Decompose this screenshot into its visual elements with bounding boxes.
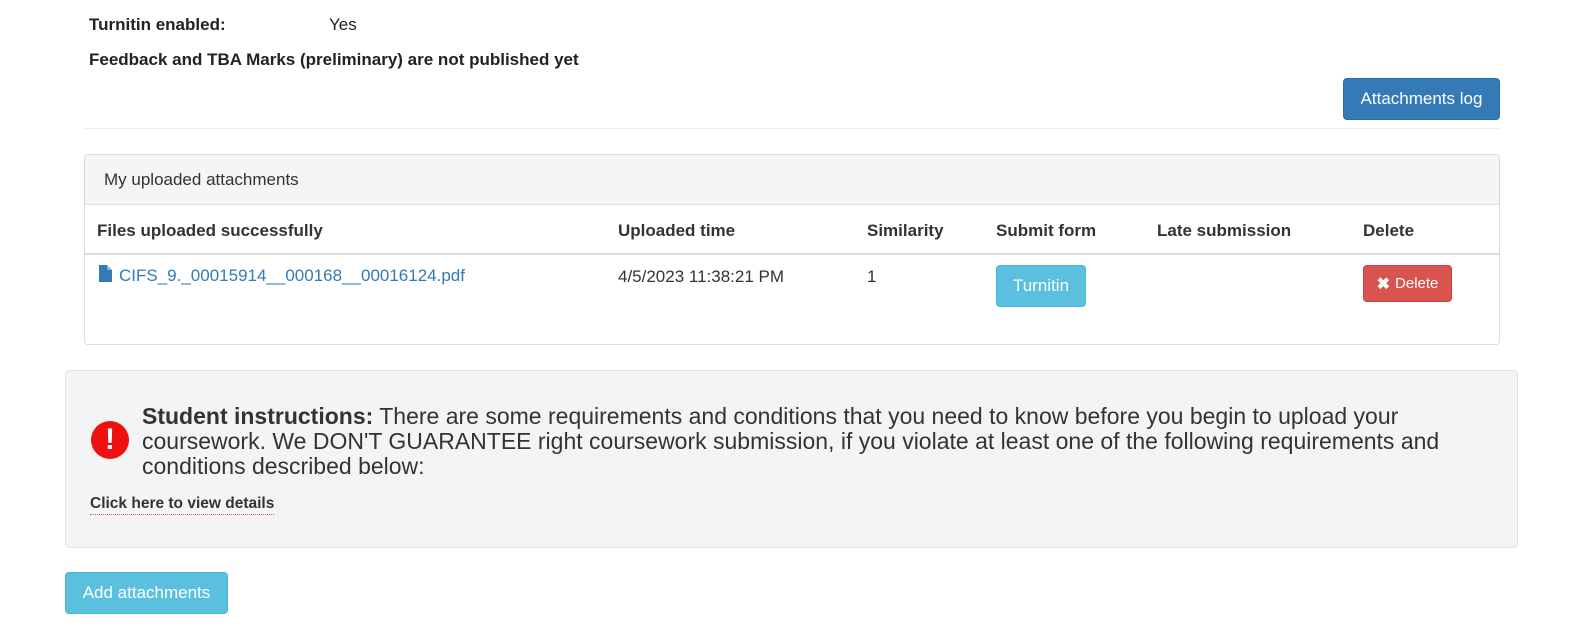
file-name: CIFS_9._00015914__000168__00016124.pdf — [119, 266, 465, 285]
delete-label: Delete — [1395, 275, 1439, 292]
add-attachments-button[interactable]: Add attachments — [65, 572, 228, 614]
column-header-submit-form: Submit form — [996, 221, 1097, 240]
uploaded-attachments-panel: My uploaded attachments Files uploaded s… — [84, 154, 1500, 345]
column-header-delete: Delete — [1363, 221, 1415, 240]
turnitin-enabled-row: Turnitin enabled: Yes — [89, 15, 357, 35]
column-header-files: Files uploaded successfully — [97, 221, 323, 240]
view-details-link[interactable]: Click here to view details — [90, 495, 275, 515]
similarity-value: 1 — [867, 267, 877, 286]
table-header-divider — [85, 253, 1499, 255]
file-icon — [99, 265, 112, 287]
instructions-text: Student instructions: There are some req… — [142, 404, 1512, 479]
delete-button[interactable]: ✖ Delete — [1363, 265, 1452, 302]
instructions-label: Student instructions: — [142, 403, 374, 429]
column-header-late-submission: Late submission — [1157, 221, 1292, 240]
panel-title: My uploaded attachments — [85, 155, 1499, 205]
column-header-similarity: Similarity — [867, 221, 944, 240]
close-icon: ✖ — [1376, 275, 1391, 293]
file-link[interactable]: CIFS_9._00015914__000168__00016124.pdf — [99, 265, 465, 287]
turnitin-enabled-label: Turnitin enabled: — [89, 15, 226, 34]
exclamation-circle-icon: ! — [91, 421, 129, 459]
column-header-uploaded-time: Uploaded time — [618, 221, 736, 240]
feedback-notice: Feedback and TBA Marks (preliminary) are… — [89, 50, 579, 69]
turnitin-enabled-value: Yes — [329, 15, 357, 34]
uploaded-time: 4/5/2023 11:38:21 PM — [618, 267, 785, 286]
turnitin-button[interactable]: Turnitin — [996, 265, 1086, 307]
divider — [84, 128, 1500, 129]
attachments-log-button[interactable]: Attachments log — [1343, 78, 1500, 120]
student-instructions-box: ! Student instructions: There are some r… — [65, 370, 1518, 548]
